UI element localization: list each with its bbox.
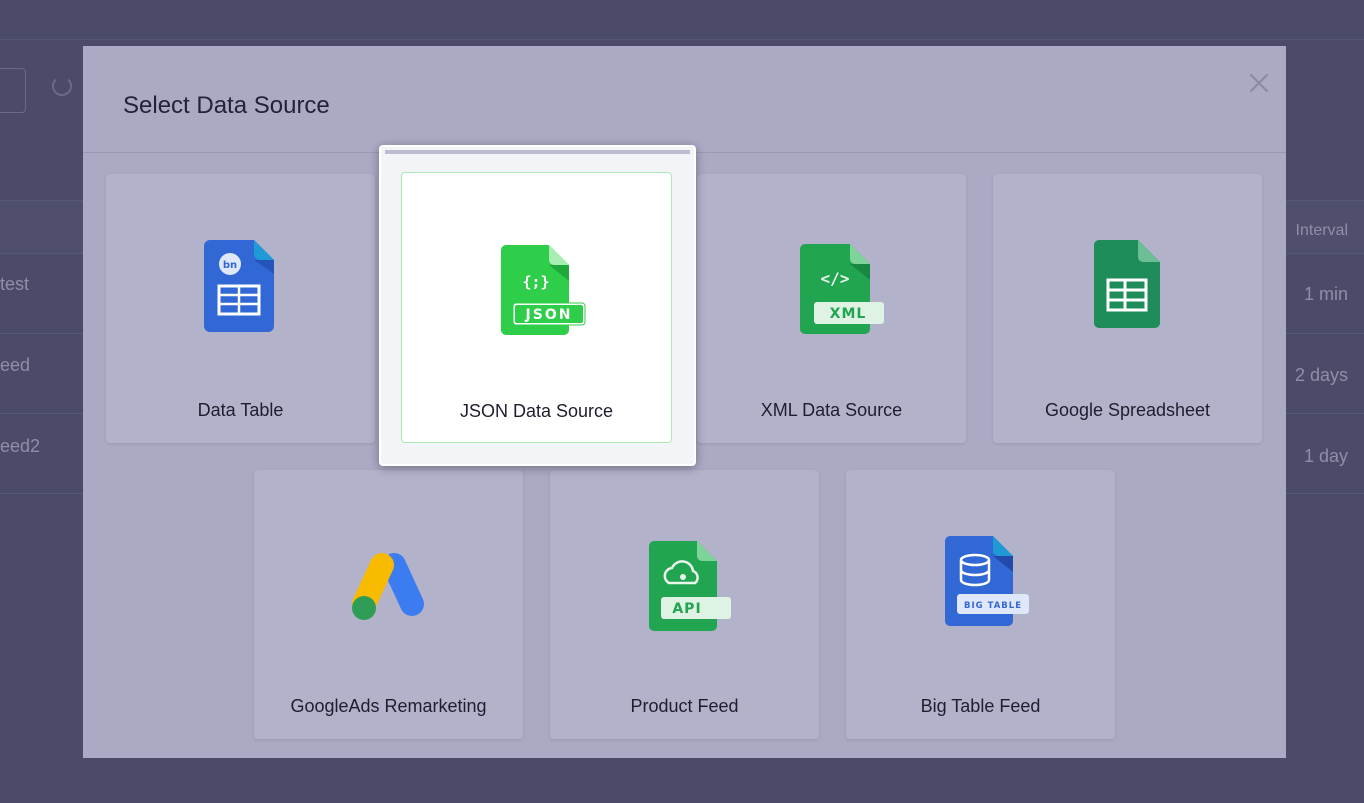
svg-text:BIG TABLE: BIG TABLE xyxy=(964,601,1022,611)
refresh-icon xyxy=(52,76,72,96)
api-file-icon: API xyxy=(649,541,731,631)
svg-text:bn: bn xyxy=(223,260,237,271)
modal-title: Select Data Source xyxy=(123,92,330,119)
svg-text:</>: </> xyxy=(821,269,850,288)
source-card-googleads-remarketing[interactable]: GoogleAds Remarketing xyxy=(254,470,523,739)
row-name: eed xyxy=(0,355,31,375)
source-card-label: JSON Data Source xyxy=(459,401,614,421)
source-card-json-data-source[interactable]: {;} JSON JSON Data Source xyxy=(401,172,672,443)
source-card-label: Google Spreadsheet xyxy=(1044,400,1211,420)
svg-text:JSON: JSON xyxy=(525,307,573,323)
json-file-icon: {;} JSON xyxy=(501,245,586,335)
background-search-input xyxy=(0,68,26,113)
row-interval: 2 days xyxy=(1294,365,1348,385)
google-sheets-icon xyxy=(1094,240,1160,328)
svg-text:{;}: {;} xyxy=(522,273,549,291)
row-interval: 1 min xyxy=(1303,284,1348,304)
source-card-label: Product Feed xyxy=(630,696,739,716)
google-ads-icon xyxy=(352,553,424,620)
interval-column-header: Interval xyxy=(1295,222,1348,239)
source-card-label: Big Table Feed xyxy=(920,696,1041,716)
data-table-icon: bn xyxy=(204,240,274,332)
close-icon[interactable] xyxy=(1246,70,1272,96)
svg-text:XML: XML xyxy=(830,306,867,322)
modal-header: Select Data Source xyxy=(83,46,1286,153)
source-card-product-feed[interactable]: API Product Feed xyxy=(550,470,819,739)
row-interval: 1 day xyxy=(1303,446,1348,466)
xml-file-icon: </> XML xyxy=(800,244,884,334)
row-name: test xyxy=(0,274,30,294)
source-card-label: Data Table xyxy=(197,400,284,420)
source-card-label: GoogleAds Remarketing xyxy=(290,696,487,716)
big-table-icon: BIG TABLE xyxy=(945,536,1029,626)
background-topbar xyxy=(0,0,1364,40)
source-card-big-table-feed[interactable]: BIG TABLE Big Table Feed xyxy=(846,470,1115,739)
source-card-xml-data-source[interactable]: </> XML XML Data Source xyxy=(697,174,966,443)
source-card-google-spreadsheet[interactable]: Google Spreadsheet xyxy=(993,174,1262,443)
svg-text:API: API xyxy=(672,601,701,617)
source-card-data-table[interactable]: bn Data Table xyxy=(106,174,375,443)
row-name: eed2 xyxy=(0,436,41,456)
source-card-label: XML Data Source xyxy=(760,400,903,420)
highlight-top-strip xyxy=(385,150,690,154)
